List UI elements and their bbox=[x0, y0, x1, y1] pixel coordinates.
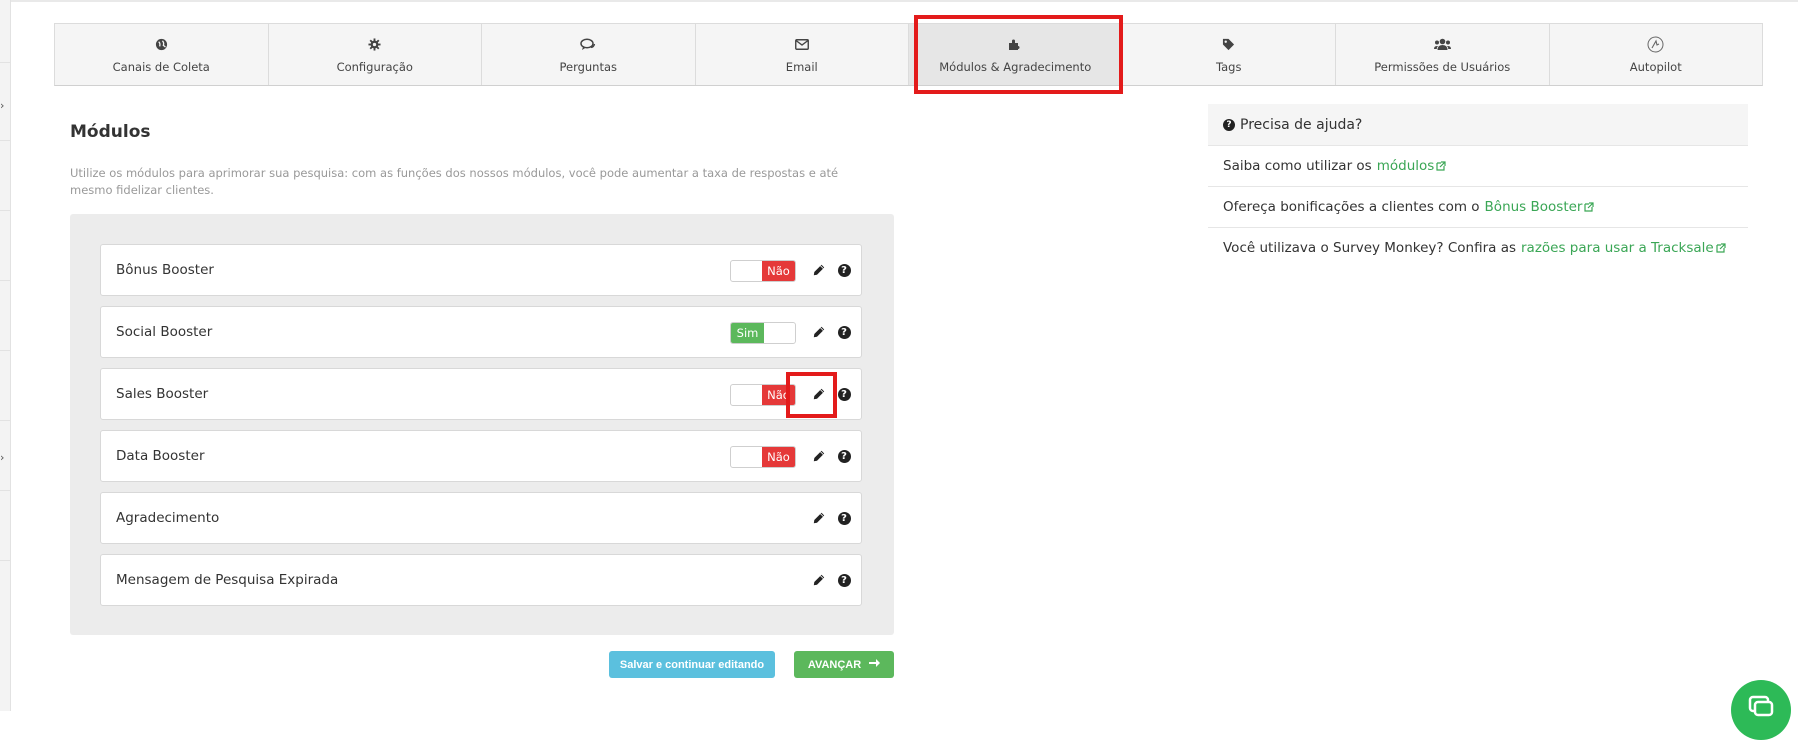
module-name: Mensagem de Pesquisa Expirada bbox=[116, 572, 339, 588]
chevron-right-icon[interactable]: › bbox=[0, 100, 4, 111]
pencil-icon[interactable] bbox=[810, 509, 828, 527]
question-circle-icon[interactable]: ? bbox=[835, 323, 853, 341]
tab-canais-de-coleta[interactable]: Canais de Coleta bbox=[55, 24, 269, 85]
tag-icon bbox=[1222, 36, 1235, 54]
help-panel: ? Precisa de ajuda? Saiba como utilizar … bbox=[1208, 104, 1748, 268]
chat-widget-button[interactable] bbox=[1731, 680, 1791, 740]
save-continue-button[interactable]: Salvar e continuar editando bbox=[609, 651, 775, 678]
next-button[interactable]: AVANÇAR bbox=[794, 651, 894, 678]
pencil-icon[interactable] bbox=[810, 323, 828, 341]
left-sidebar-collapsed: › › bbox=[0, 0, 11, 711]
help-item-text: Saiba como utilizar os bbox=[1223, 158, 1372, 174]
module-name: Bônus Booster bbox=[116, 262, 214, 278]
pencil-icon[interactable] bbox=[810, 571, 828, 589]
wizard-tabs: Canais de Coleta Configuração Perguntas … bbox=[54, 23, 1763, 86]
help-header: ? Precisa de ajuda? bbox=[1208, 104, 1748, 146]
toggle-state-label: Não bbox=[762, 261, 795, 281]
question-circle-icon[interactable]: ? bbox=[835, 385, 853, 403]
page-description: Utilize os módulos para aprimorar sua pe… bbox=[70, 166, 839, 197]
toggle-state-label: Sim bbox=[731, 323, 764, 343]
next-button-label: AVANÇAR bbox=[807, 658, 862, 671]
top-edge bbox=[0, 0, 1798, 2]
toggle-state-label: Não bbox=[762, 447, 795, 467]
help-item: Ofereça bonificações a clientes com o Bô… bbox=[1208, 187, 1748, 228]
module-row-data-booster: Data Booster Não ? bbox=[100, 430, 862, 482]
module-row-bonus-booster: Bônus Booster Não ? bbox=[100, 244, 862, 296]
tab-modulos-agradecimento[interactable]: Módulos & Agradecimento bbox=[909, 24, 1123, 85]
pencil-icon[interactable] bbox=[810, 447, 828, 465]
gear-icon bbox=[368, 36, 381, 54]
toggle-state-label: Não bbox=[762, 385, 795, 405]
question-circle-icon: ? bbox=[1223, 118, 1235, 131]
help-item-text: Ofereça bonificações a clientes com o bbox=[1223, 199, 1480, 215]
page-title: Módulos bbox=[70, 122, 151, 142]
module-name: Data Booster bbox=[116, 448, 205, 464]
module-row-sales-booster: Sales Booster Não ? bbox=[100, 368, 862, 420]
module-toggle[interactable]: Não bbox=[730, 446, 796, 468]
question-circle-icon[interactable]: ? bbox=[835, 509, 853, 527]
module-toggle[interactable]: Não bbox=[730, 260, 796, 282]
chat-bubbles-icon bbox=[580, 36, 596, 54]
external-link-icon bbox=[1584, 202, 1595, 212]
module-row-mensagem-pesquisa-expirada: Mensagem de Pesquisa Expirada ? bbox=[100, 554, 862, 606]
help-link-tracksale[interactable]: razões para usar a Tracksale bbox=[1521, 240, 1726, 256]
help-header-text: Precisa de ajuda? bbox=[1240, 116, 1363, 133]
help-link-bonus-booster[interactable]: Bônus Booster bbox=[1485, 199, 1595, 215]
module-name: Agradecimento bbox=[116, 510, 220, 526]
envelope-icon bbox=[794, 36, 809, 54]
external-link-icon bbox=[1436, 161, 1446, 171]
external-link-icon bbox=[1716, 243, 1726, 253]
tab-perguntas[interactable]: Perguntas bbox=[482, 24, 696, 85]
pencil-icon[interactable] bbox=[810, 261, 828, 279]
chevron-right-icon[interactable]: › bbox=[0, 452, 4, 463]
autopilot-icon bbox=[1647, 36, 1664, 54]
tab-configuracao[interactable]: Configuração bbox=[269, 24, 482, 85]
help-item-text: Você utilizava o Survey Monkey? Confira … bbox=[1223, 240, 1516, 256]
module-toggle[interactable]: Não bbox=[730, 384, 796, 406]
tab-autopilot[interactable]: Autopilot bbox=[1550, 24, 1763, 85]
module-name: Sales Booster bbox=[116, 386, 209, 402]
tab-tags[interactable]: Tags bbox=[1123, 24, 1336, 85]
module-row-agradecimento: Agradecimento ? bbox=[100, 492, 862, 544]
help-item: Saiba como utilizar os módulos bbox=[1208, 146, 1748, 187]
globe-icon bbox=[155, 36, 168, 54]
module-name: Social Booster bbox=[116, 324, 213, 340]
question-circle-icon[interactable]: ? bbox=[835, 571, 853, 589]
module-row-social-booster: Social Booster Sim ? bbox=[100, 306, 862, 358]
module-toggle[interactable]: Sim bbox=[730, 322, 796, 344]
help-item: Você utilizava o Survey Monkey? Confira … bbox=[1208, 228, 1748, 268]
question-circle-icon[interactable]: ? bbox=[835, 261, 853, 279]
help-link-modulos[interactable]: módulos bbox=[1377, 158, 1447, 174]
users-icon bbox=[1433, 36, 1451, 54]
chat-icon bbox=[1748, 695, 1774, 717]
question-circle-icon[interactable]: ? bbox=[835, 447, 853, 465]
pencil-icon[interactable] bbox=[810, 385, 828, 403]
tab-permissoes-de-usuarios[interactable]: Permissões de Usuários bbox=[1336, 24, 1550, 85]
modules-panel: Bônus Booster Não ? Social Booster Sim ?… bbox=[70, 214, 894, 635]
arrow-right-icon bbox=[869, 658, 881, 671]
tab-email[interactable]: Email bbox=[696, 24, 909, 85]
puzzle-icon bbox=[1008, 36, 1022, 54]
